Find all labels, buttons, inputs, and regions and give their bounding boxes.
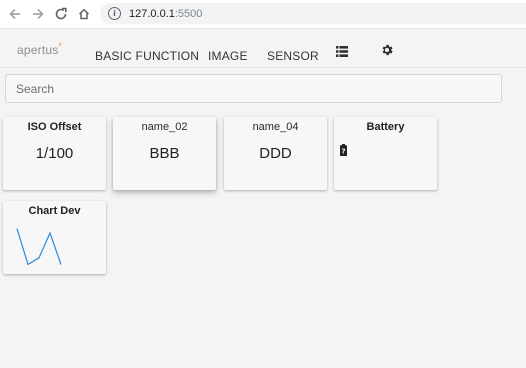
- nav-basic-function[interactable]: BASIC FUNCTION: [95, 49, 199, 63]
- gear-icon[interactable]: [380, 43, 394, 62]
- card-title: name_04: [252, 121, 299, 133]
- card-value: BBB: [149, 145, 180, 162]
- url-text[interactable]: 127.0.0.1:5500: [129, 8, 202, 20]
- info-icon[interactable]: i: [108, 7, 121, 20]
- card-title: Chart Dev: [28, 205, 81, 217]
- home-icon[interactable]: [76, 6, 92, 22]
- list-icon[interactable]: [336, 44, 348, 62]
- battery-glyph: ?: [341, 148, 345, 156]
- card-value: 1/100: [35, 145, 74, 162]
- search-input[interactable]: [5, 74, 502, 103]
- card-chart-dev[interactable]: Chart Dev: [3, 201, 106, 274]
- apertus-logo[interactable]: apertus°: [17, 42, 62, 57]
- chart-series-line-0: [16, 228, 62, 266]
- logo-mark: °: [58, 42, 62, 51]
- card-battery[interactable]: Battery ?: [334, 117, 437, 190]
- reload-icon[interactable]: [53, 6, 69, 22]
- arrow-left-icon[interactable]: [7, 6, 23, 22]
- card-title: name_02: [141, 121, 188, 133]
- logo-text: apertus: [17, 43, 59, 57]
- url-host: 127.0.0.1: [129, 7, 175, 20]
- card-value: DDD: [259, 145, 292, 162]
- card-title: Battery: [366, 121, 405, 133]
- nav-image[interactable]: IMAGE: [208, 49, 248, 63]
- card-name-04[interactable]: name_04 DDD: [224, 117, 327, 190]
- battery-unknown-icon: ?: [340, 143, 347, 156]
- browser-toolbar: i 127.0.0.1:5500: [0, 0, 526, 29]
- nav-sensor[interactable]: SENSOR: [267, 49, 319, 63]
- address-bar[interactable]: i 127.0.0.1:5500: [100, 3, 526, 24]
- arrow-right-icon[interactable]: [30, 6, 46, 22]
- line-chart: [16, 228, 62, 266]
- card-name-02[interactable]: name_02 BBB: [113, 117, 216, 190]
- url-port: :5500: [174, 7, 203, 20]
- app-header: apertus° BASIC FUNCTION IMAGE SENSOR: [0, 29, 526, 68]
- card-title: ISO Offset: [27, 121, 82, 133]
- card-iso-offset[interactable]: ISO Offset 1/100: [3, 117, 106, 190]
